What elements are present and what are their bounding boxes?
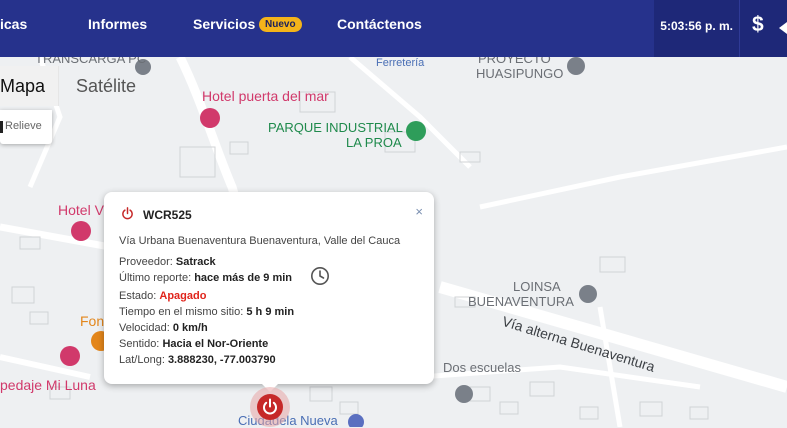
top-navbar: icas Informes Servicios Nuevo Contácteno… <box>0 0 787 57</box>
vehicle-address: Vía Urbana Buenaventura Buenaventura, Va… <box>119 235 401 247</box>
state-row: Estado: Apagado <box>119 290 207 302</box>
map-label-proyecto: PROYECTO <box>478 57 551 66</box>
dollar-icon: $ <box>752 13 764 36</box>
map-type-map-button[interactable]: Mapa <box>0 66 58 106</box>
same-site-row: Tiempo en el mismo sitio: 5 h 9 min <box>119 306 295 318</box>
map-label-transcarga: TRANSCARGA PC <box>35 57 147 66</box>
vehicle-plate: WCR525 <box>143 208 192 222</box>
nav-item-reports[interactable]: Informes <box>88 16 147 32</box>
map-label-ferreteria: Ferretería <box>376 57 425 69</box>
nav-item-contact[interactable]: Contáctenos <box>337 16 422 32</box>
relief-toggle[interactable]: Relieve <box>0 110 52 144</box>
checkbox-icon <box>0 121 3 133</box>
map-label-hotel-puerta: Hotel puerta del mar <box>202 88 329 104</box>
nav-item-truncated[interactable]: icas <box>0 16 27 32</box>
map-label-hospedaje: pedaje Mi Luna <box>0 377 96 393</box>
direction-row: Sentido: Hacia el Nor-Oriente <box>119 338 269 350</box>
provider-row: Proveedor: Satrack <box>119 256 216 268</box>
map-label-loinsa: LOINSA <box>513 279 561 294</box>
map-type-satellite-button[interactable]: Satélite <box>58 66 153 106</box>
close-icon[interactable]: × <box>415 204 423 219</box>
power-icon <box>122 207 133 220</box>
status-badge: Apagado <box>159 290 207 302</box>
map-label-parque: PARQUE INDUSTRIAL <box>268 120 403 135</box>
current-time: 5:03:56 p. m. <box>660 19 733 33</box>
map-label-hotel-v: Hotel V <box>58 202 104 218</box>
relief-label: Relieve <box>5 120 42 132</box>
map-label-huasipungo: HUASIPUNGO <box>476 66 564 81</box>
clock-icon <box>311 267 329 285</box>
vehicle-marker[interactable] <box>249 386 291 428</box>
latlong-row: Lat/Long: 3.888230, -77.003790 <box>119 354 276 366</box>
map-label-buenaventura: BUENAVENTURA <box>468 294 574 309</box>
vehicle-info-popup: WCR525 × Vía Urbana Buenaventura Buenave… <box>104 192 434 384</box>
speed-row: Velocidad: 0 km/h <box>119 322 208 334</box>
map-label-dos-escuelas: Dos escuelas <box>443 360 522 375</box>
nav-item-services[interactable]: Servicios <box>193 16 255 32</box>
last-report-row: Último reporte: hace más de 9 min <box>119 272 293 284</box>
new-badge: Nuevo <box>259 17 302 32</box>
map-label-la-proa: LA PROA <box>346 135 402 150</box>
